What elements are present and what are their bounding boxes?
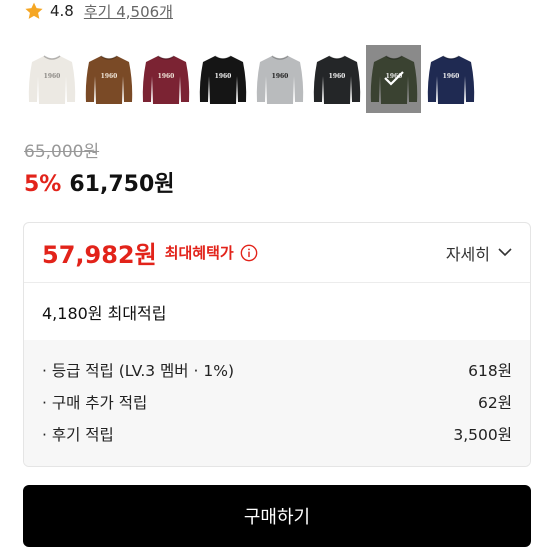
sweater-image: 1960 — [142, 55, 189, 104]
sweater-image: 1960 — [85, 55, 132, 104]
detail-label: 자세히 — [445, 244, 490, 264]
price-row: 5% 61,750원 — [24, 166, 175, 198]
points-item: · 후기 적립 3,500원 — [42, 418, 512, 450]
color-swatch[interactable]: 1960 — [138, 45, 193, 113]
points-breakdown: · 등급 적립 (LV.3 멤버 · 1%) 618원 · 구매 추가 적립 6… — [24, 340, 530, 466]
points-item: · 등급 적립 (LV.3 멤버 · 1%) 618원 — [42, 354, 512, 386]
color-swatch[interactable]: 1960 — [423, 45, 478, 113]
benefit-detail-toggle[interactable]: 자세히 — [446, 241, 512, 265]
color-swatch[interactable]: 1960 — [81, 45, 136, 113]
rating-summary: 4.8 후기 4,506개 — [24, 0, 173, 22]
sweater-image: 1960 — [199, 55, 246, 104]
points-item-label: · 등급 적립 (LV.3 멤버 · 1%) — [42, 362, 234, 380]
sale-price: 61,750원 — [69, 172, 175, 197]
swatch-logo-text: 1960 — [271, 73, 288, 80]
max-points: 4,180원 최대적립 — [42, 303, 167, 323]
original-price: 65,000원 — [24, 142, 100, 162]
check-icon — [384, 71, 404, 86]
points-item-label: · 후기 적립 — [42, 426, 114, 444]
points-item-value: 62원 — [478, 394, 512, 412]
points-item-value: 3,500원 — [453, 426, 512, 444]
benefit-card: 57,982원 최대혜택가 자세히 4,180원 최대적립 · 등급 적립 (L… — [23, 222, 531, 467]
color-swatch[interactable]: 1960 — [195, 45, 250, 113]
info-icon[interactable] — [240, 244, 258, 262]
points-item-label: · 구매 추가 적립 — [42, 394, 148, 412]
sweater-image: 1960 — [256, 55, 303, 104]
max-benefit-label: 최대혜택가 — [164, 244, 234, 262]
sweater-image: 1960 — [427, 55, 474, 104]
swatch-logo-text: 1960 — [442, 73, 459, 80]
benefit-header: 57,982원 최대혜택가 자세히 — [24, 223, 530, 283]
discount-rate: 5% — [24, 172, 62, 197]
color-swatch[interactable]: 1960 — [366, 45, 421, 113]
review-count-link[interactable]: 후기 4,506개 — [84, 1, 173, 22]
rating-score: 4.8 — [50, 2, 74, 20]
swatch-logo-text: 1960 — [328, 73, 345, 80]
swatch-logo-text: 1960 — [157, 73, 174, 80]
points-item-value: 618원 — [468, 362, 512, 380]
swatch-logo-text: 1960 — [43, 73, 60, 80]
color-swatch[interactable]: 1960 — [309, 45, 364, 113]
color-swatch-list: 1960 1960 1960 1960 1960 1960 1960 1960 — [24, 45, 478, 113]
buy-button[interactable]: 구매하기 — [23, 485, 531, 547]
points-item: · 구매 추가 적립 62원 — [42, 386, 512, 418]
sweater-image: 1960 — [313, 55, 360, 104]
star-icon — [25, 2, 43, 19]
chevron-down-icon — [498, 248, 512, 257]
color-swatch[interactable]: 1960 — [24, 45, 79, 113]
swatch-logo-text: 1960 — [100, 73, 117, 80]
swatch-logo-text: 1960 — [214, 73, 231, 80]
max-benefit-price: 57,982원 — [42, 241, 157, 269]
color-swatch[interactable]: 1960 — [252, 45, 307, 113]
sweater-image: 1960 — [28, 55, 75, 104]
